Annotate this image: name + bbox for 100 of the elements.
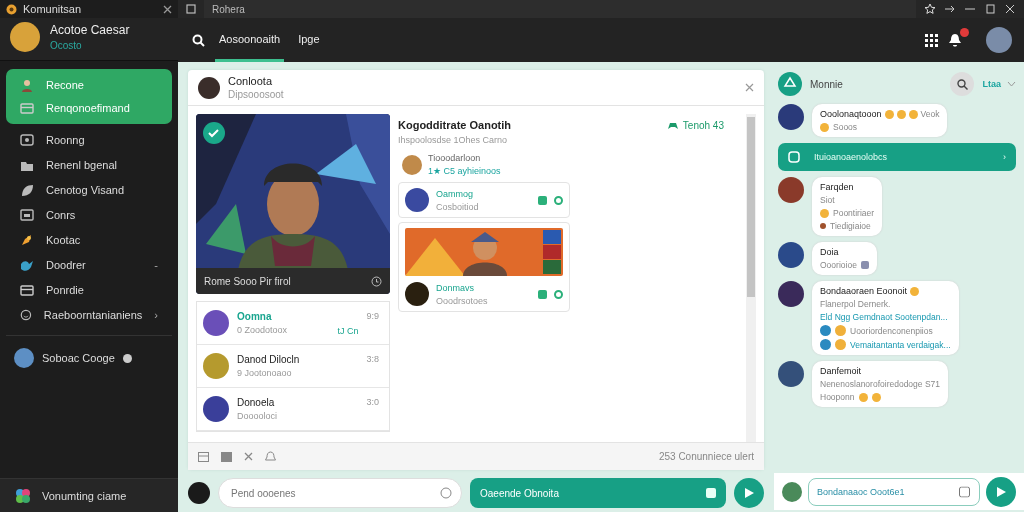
rocket-icon <box>20 232 34 247</box>
row-subtitle: 0 Zoodotoox <box>237 325 289 335</box>
message-text: Siot <box>820 195 835 205</box>
row-name: Donoela <box>237 397 276 408</box>
card-icon <box>20 282 34 297</box>
info-icon <box>122 353 132 363</box>
screen-icon <box>20 207 34 222</box>
message-link[interactable]: Eld Ngg Gemdnaot Sootenpdan... <box>820 312 948 322</box>
close-icon[interactable] <box>1004 4 1016 14</box>
sender-name: Danfemoit <box>820 366 862 376</box>
search-icon[interactable] <box>192 33 205 47</box>
cross-icon[interactable] <box>244 452 253 461</box>
author-subtitle: Dipsooosoot <box>228 89 285 100</box>
sender-name: Bondaaoraen Eoonoit <box>820 286 908 296</box>
table-icon[interactable] <box>198 451 209 462</box>
account-avatar[interactable] <box>986 27 1012 53</box>
avatar <box>198 76 220 99</box>
avatar <box>782 482 802 502</box>
nav-item[interactable]: Roonng <box>6 127 172 152</box>
close-icon[interactable] <box>163 4 172 14</box>
maximize-icon[interactable] <box>984 4 996 14</box>
row-time: 3:0 <box>366 397 379 407</box>
play-icon <box>744 488 754 498</box>
arrow-icon[interactable] <box>944 4 956 14</box>
avatar <box>778 242 804 268</box>
chevron-down-icon <box>1007 81 1016 87</box>
row-time: 9:9 <box>366 311 379 321</box>
sender-name: Farqden <box>820 182 854 192</box>
row-name: Danod Dilocln <box>237 354 301 365</box>
check-badge-icon <box>203 122 225 144</box>
user-status: Ocosto <box>50 40 83 51</box>
tab[interactable]: Ipge <box>294 18 324 62</box>
nav-item[interactable]: Ponrdie <box>6 277 172 302</box>
list-row[interactable]: Donoela Dooooloci 3:0 <box>197 388 389 431</box>
play-icon <box>996 487 1006 497</box>
avatar <box>778 177 804 203</box>
avatar <box>203 353 229 379</box>
avatar <box>14 348 34 368</box>
avatar <box>203 396 229 422</box>
leaf-icon <box>20 182 34 197</box>
avatar <box>405 282 429 306</box>
message-text: Ooorioioe <box>820 260 857 270</box>
tab[interactable]: Aosoonoaith <box>215 18 285 62</box>
avatar <box>820 325 831 336</box>
message-icon[interactable] <box>538 195 547 205</box>
nav-item[interactable]: Cenotog Visand <box>6 177 172 202</box>
window-icon <box>186 4 196 14</box>
star-icon[interactable] <box>924 3 936 15</box>
search-button[interactable] <box>950 72 975 96</box>
nav-item[interactable]: Conrs <box>6 202 172 227</box>
message-text: Hooponn <box>820 392 855 402</box>
nav-item[interactable]: Renenl bgenal <box>6 152 172 177</box>
avatar <box>778 104 804 130</box>
smiley-icon <box>20 307 32 322</box>
tag-icon <box>860 261 869 269</box>
person-stats: 1★ C5 ayhieinoos <box>428 166 501 176</box>
bell-icon[interactable] <box>948 33 962 47</box>
sender-name: Ooolonaqtooon <box>820 109 882 119</box>
message-text: Sooos <box>833 122 858 132</box>
message-field[interactable]: Pend oooenes <box>218 478 462 508</box>
footer-label[interactable]: Vonumting ciame <box>42 489 127 502</box>
puzzle-icon <box>14 486 32 505</box>
apps-grid-icon[interactable] <box>925 33 938 47</box>
row-name: Oomna <box>237 311 273 322</box>
image-icon[interactable] <box>221 451 232 462</box>
chevron-icon: - <box>154 258 158 271</box>
message-link[interactable]: Vemaitantanta verdaigak... <box>850 339 951 350</box>
list-row[interactable]: Danod Dilocln 9 Jootonoaoo 3:8 <box>197 345 389 388</box>
sender-name: Doia <box>820 247 839 257</box>
nav-item[interactable]: Doodrer - <box>6 252 172 277</box>
user-name: Acotoe Caesar <box>50 23 130 37</box>
app-title: Komunitsan <box>23 3 83 15</box>
notification-badge <box>960 28 969 37</box>
row-time: 3:8 <box>366 354 379 364</box>
call-icon[interactable] <box>554 195 563 205</box>
nav-item[interactable]: Raeboorntanianiens › <box>6 302 172 327</box>
row-subtitle: Dooooloci <box>237 411 279 421</box>
message-icon[interactable] <box>538 289 547 299</box>
message-text: Tiedigiaioe <box>830 221 871 231</box>
avatar <box>188 482 210 504</box>
avatar <box>203 310 229 336</box>
image-icon[interactable] <box>959 486 970 498</box>
avatar <box>405 188 429 212</box>
avatar <box>778 361 804 387</box>
address-field[interactable]: Rohera <box>204 0 916 18</box>
avatar <box>835 339 846 350</box>
call-icon[interactable] <box>554 289 563 299</box>
person-name: Tiooodarloon <box>428 153 482 163</box>
clock-icon <box>371 275 382 287</box>
group-name[interactable]: Soboac Cooge <box>42 352 115 364</box>
chat-input[interactable]: Bondanaaoc Ooot6e1 <box>808 478 980 506</box>
scrollbar[interactable] <box>746 114 756 442</box>
avatar <box>820 339 831 350</box>
nav-item[interactable]: Kootac <box>6 227 172 252</box>
card-icon <box>20 101 34 115</box>
author-name: Conloota <box>228 75 274 87</box>
send-button[interactable] <box>986 477 1016 507</box>
send-button[interactable] <box>734 478 764 508</box>
message-text: Nenenoslanorofoiredodoge S71 <box>820 379 941 389</box>
badge-label: Tenoh 43 <box>682 119 724 131</box>
